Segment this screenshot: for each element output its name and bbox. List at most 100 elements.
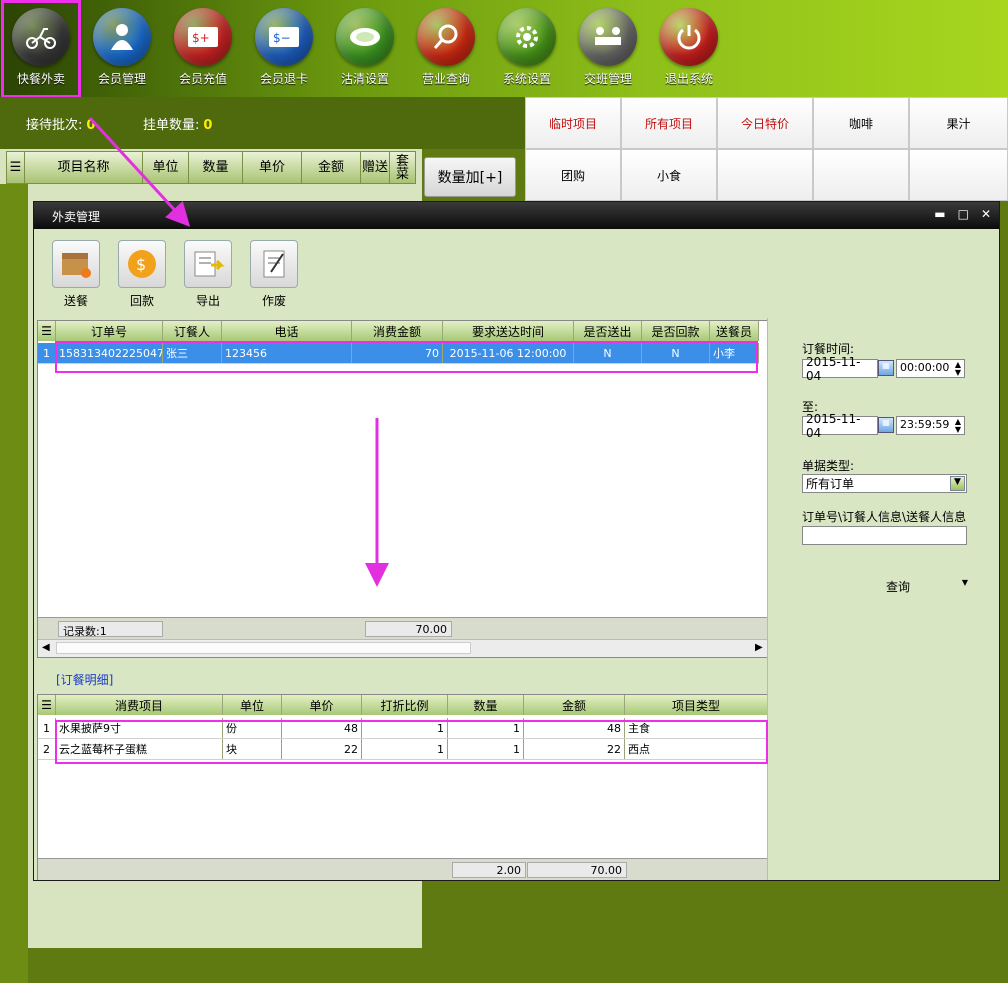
toolbar-label: 系统设置	[502, 72, 551, 86]
chevron-down-icon[interactable]: ▼	[950, 476, 965, 491]
search-input[interactable]	[802, 526, 967, 545]
column-header[interactable]: 项目类型	[625, 695, 768, 715]
scroll-thumb[interactable]	[56, 642, 471, 654]
column-header[interactable]: 消费金额	[352, 321, 443, 341]
tool-button-1[interactable]: 送餐	[46, 240, 106, 309]
toolbar-label: 快餐外卖	[16, 72, 65, 86]
column-header[interactable]: 要求送达时间	[443, 321, 574, 341]
order-row[interactable]: 1 1583134022250474 张三 123456 70 2015-11-06 12…	[38, 343, 759, 364]
detail-row[interactable]: 1 水果披萨9寸份 48 1 1 48 主食	[38, 718, 768, 739]
svg-text:$+: $+	[192, 31, 210, 45]
toolbar-button-1[interactable]: 快餐外卖	[1, 0, 81, 98]
to-time-field[interactable]: 23:59:59 ▲ ▼	[896, 416, 965, 435]
calendar-icon[interactable]: ▦	[878, 417, 894, 433]
minimize-icon[interactable]: ▬	[934, 207, 945, 221]
toolbar-button-3[interactable]: $+ 会员充值	[165, 6, 241, 94]
category-item[interactable]: 所有项目	[621, 97, 717, 149]
col-amount[interactable]: 金额	[302, 152, 361, 183]
grid-cell: 1583134022250474	[56, 343, 163, 363]
col-unit[interactable]: 单位	[143, 152, 189, 183]
toolbar-label: 会员管理	[97, 72, 146, 86]
detail-row[interactable]: 2 云之蓝莓杯子蛋糕块 22 1 1 22 西点	[38, 739, 768, 760]
scroll-left-icon[interactable]: ◀	[42, 642, 50, 653]
grid-cell: 22	[524, 739, 625, 759]
handover-icon	[579, 8, 637, 66]
tool-button-4[interactable]: 作废	[244, 240, 304, 309]
tool-button-2[interactable]: $ 回款	[112, 240, 172, 309]
category-item[interactable]: 小食	[621, 149, 717, 201]
scroll-right-icon[interactable]: ▶	[755, 642, 763, 653]
left-margin	[0, 184, 28, 983]
search-icon	[417, 8, 475, 66]
category-item[interactable]: 咖啡	[813, 97, 909, 149]
col-qty[interactable]: 数量	[189, 152, 243, 183]
doc-type-select[interactable]: 所有订单 ▼	[802, 474, 967, 493]
horizontal-scrollbar[interactable]: ◀ ▶	[38, 639, 769, 657]
order-total: 70.00	[365, 621, 452, 637]
power-icon	[660, 8, 718, 66]
coin-icon: $	[118, 240, 166, 288]
col-item-name[interactable]: 项目名称	[25, 152, 143, 183]
maximize-icon[interactable]: □	[958, 207, 969, 221]
tool-label: 回款	[129, 294, 154, 308]
grid-cell: 主食	[625, 718, 768, 738]
tool-label: 导出	[195, 294, 220, 308]
svg-text:$: $	[136, 255, 146, 274]
tool-label: 作废	[261, 294, 286, 308]
column-header[interactable]: 是否回款	[642, 321, 710, 341]
grid-menu-icon[interactable]: ☰	[38, 695, 56, 715]
toolbar-button-5[interactable]: 沽清设置	[327, 6, 403, 94]
col-gift[interactable]: 赠送	[361, 152, 390, 183]
grid-cell: 张三	[163, 343, 222, 363]
category-item[interactable]	[717, 149, 813, 201]
category-item[interactable]: 果汁	[909, 97, 1008, 149]
category-item[interactable]	[813, 149, 909, 201]
toolbar-button-9[interactable]: 退出系统	[651, 6, 727, 94]
scooter-icon	[12, 8, 70, 66]
column-header[interactable]: 打折比例	[362, 695, 448, 715]
status-bar: 接待批次: 0 挂单数量: 0	[0, 97, 525, 149]
grid-cell: 22	[282, 739, 362, 759]
tool-button-3[interactable]: 导出	[178, 240, 238, 309]
toolbar-button-2[interactable]: 会员管理	[84, 6, 160, 94]
grid-cell: 48	[282, 718, 362, 738]
to-date-field[interactable]: 2015-11-04	[802, 412, 878, 440]
svg-text:$−: $−	[273, 31, 291, 45]
grid-cell: 1	[362, 739, 448, 759]
query-button[interactable]: 查询 ▼	[828, 576, 968, 596]
toolbar-button-6[interactable]: 营业查询	[408, 6, 484, 94]
column-header[interactable]: 数量	[448, 695, 524, 715]
grid-menu-icon[interactable]: ☰	[38, 321, 56, 341]
column-header[interactable]: 单位	[223, 695, 282, 715]
from-time-field[interactable]: 00:00:00 ▲ ▼	[896, 359, 965, 378]
toolbar-button-4[interactable]: $− 会员退卡	[246, 6, 322, 94]
export-icon	[184, 240, 232, 288]
category-item[interactable]: 团购	[525, 149, 621, 201]
toolbar-button-8[interactable]: 交班管理	[570, 6, 646, 94]
column-header[interactable]: 送餐员	[710, 321, 759, 341]
grid-menu-icon[interactable]: ☰	[7, 152, 25, 183]
col-price[interactable]: 单价	[243, 152, 302, 183]
category-item[interactable]	[909, 149, 1008, 201]
grid-cell: 块	[223, 739, 282, 759]
qty-add-button[interactable]: 数量加[+]	[424, 157, 516, 197]
doc-type-label: 单据类型:	[802, 459, 855, 473]
column-header[interactable]: 订餐人	[163, 321, 222, 341]
column-header[interactable]: 是否送出	[574, 321, 642, 341]
from-date-field[interactable]: 2015-11-04	[802, 355, 878, 383]
column-header[interactable]: 金额	[524, 695, 625, 715]
toolbar-button-7[interactable]: 系统设置	[489, 6, 565, 94]
detail-total-amount: 70.00	[527, 862, 627, 878]
calendar-icon[interactable]: ▦	[878, 360, 894, 376]
row-index: 2	[38, 739, 56, 759]
category-item[interactable]: 今日特价	[717, 97, 813, 149]
toolbar-label: 退出系统	[664, 72, 713, 86]
column-header[interactable]: 消费项目	[56, 695, 223, 715]
close-icon[interactable]: ✕	[981, 207, 991, 221]
column-header[interactable]: 电话	[222, 321, 352, 341]
col-set[interactable]: 套菜	[390, 152, 415, 183]
toolbar-label: 交班管理	[583, 72, 632, 86]
column-header[interactable]: 订单号	[56, 321, 163, 341]
column-header[interactable]: 单价	[282, 695, 362, 715]
category-item[interactable]: 临时项目	[525, 97, 621, 149]
